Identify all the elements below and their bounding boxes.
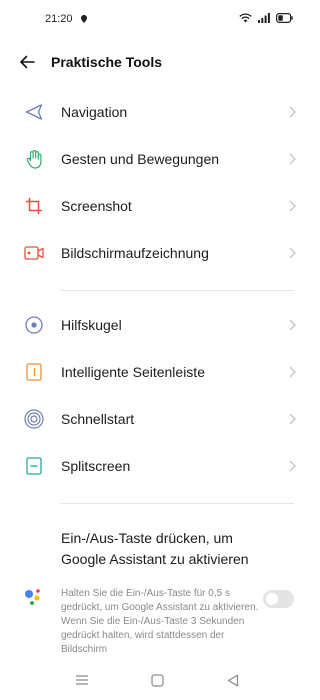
google-assistant-setting: Ein-/Aus-Taste drücken, um Google Assist…: [0, 520, 315, 660]
menu-item-label: Screenshot: [61, 198, 132, 214]
menu-item-gestures[interactable]: Gesten und Bewegungen: [0, 136, 315, 183]
chevron-right-icon: [289, 460, 296, 472]
menu-item-label: Intelligente Seitenleiste: [61, 364, 205, 380]
assistant-setting-description: Halten Sie die Ein-/Aus-Taste für 0,5 s …: [61, 588, 259, 653]
battery-icon: [276, 13, 293, 23]
section-divider: [61, 290, 294, 291]
menu-item-quick-launch[interactable]: Schnellstart: [0, 396, 315, 443]
app-header: Praktische Tools: [0, 40, 315, 84]
menu-item-smart-sidebar[interactable]: Intelligente Seitenleiste: [0, 349, 315, 396]
assistant-setting-title: Ein-/Aus-Taste drücken, um Google Assist…: [61, 530, 249, 567]
chevron-right-icon: [289, 200, 296, 212]
hand-gesture-icon: [24, 149, 44, 169]
toggle-knob: [266, 593, 278, 605]
nav-back-button[interactable]: [225, 672, 241, 688]
menu-icon: [76, 675, 88, 685]
status-time: 21:20: [45, 13, 73, 25]
chevron-right-icon: [289, 153, 296, 165]
menu-item-label: Bildschirmaufzeichnung: [61, 245, 209, 261]
chevron-right-icon: [289, 319, 296, 331]
sidebar-icon: [24, 362, 44, 382]
assistive-ball-icon: [24, 315, 44, 335]
menu-item-assistive-ball[interactable]: Hilfskugel: [0, 302, 315, 349]
chevron-right-icon: [289, 106, 296, 118]
menu-item-split-screen[interactable]: Splitscreen: [0, 443, 315, 490]
wifi-icon: [239, 13, 252, 23]
menu-item-navigation[interactable]: Navigation: [0, 89, 315, 136]
menu-item-label: Navigation: [61, 104, 128, 120]
menu-item-label: Splitscreen: [61, 458, 131, 474]
recent-apps-button[interactable]: [74, 672, 90, 688]
system-nav-bar: [0, 660, 315, 700]
menu-item-label: Gesten und Bewegungen: [61, 151, 220, 167]
chevron-right-icon: [289, 413, 296, 425]
back-triangle-icon: [227, 674, 239, 686]
chevron-right-icon: [289, 366, 296, 378]
home-square-icon: [150, 673, 164, 687]
navigation-arrow-icon: [24, 102, 44, 122]
assistant-toggle-switch[interactable]: [263, 590, 294, 608]
status-icons: [239, 13, 293, 23]
menu-item-label: Hilfskugel: [61, 317, 122, 333]
fingerprint-quick-launch-icon: [24, 409, 44, 429]
screen-record-icon: [24, 243, 44, 263]
menu-item-label: Schnellstart: [61, 411, 135, 427]
status-bar: 21:20: [0, 0, 315, 40]
menu-item-screen-recording[interactable]: Bildschirmaufzeichnung: [0, 230, 315, 277]
crop-icon: [24, 196, 44, 216]
google-assistant-icon: [25, 589, 40, 605]
page-title: Praktische Tools: [51, 54, 163, 70]
home-button[interactable]: [149, 672, 165, 688]
arrow-left-icon: [20, 55, 35, 69]
section-divider: [61, 503, 294, 504]
split-screen-icon: [24, 456, 44, 476]
chevron-right-icon: [289, 247, 296, 259]
back-button[interactable]: [14, 50, 40, 74]
location-icon: [81, 15, 87, 23]
signal-icon: [258, 13, 270, 23]
menu-item-screenshot[interactable]: Screenshot: [0, 183, 315, 230]
